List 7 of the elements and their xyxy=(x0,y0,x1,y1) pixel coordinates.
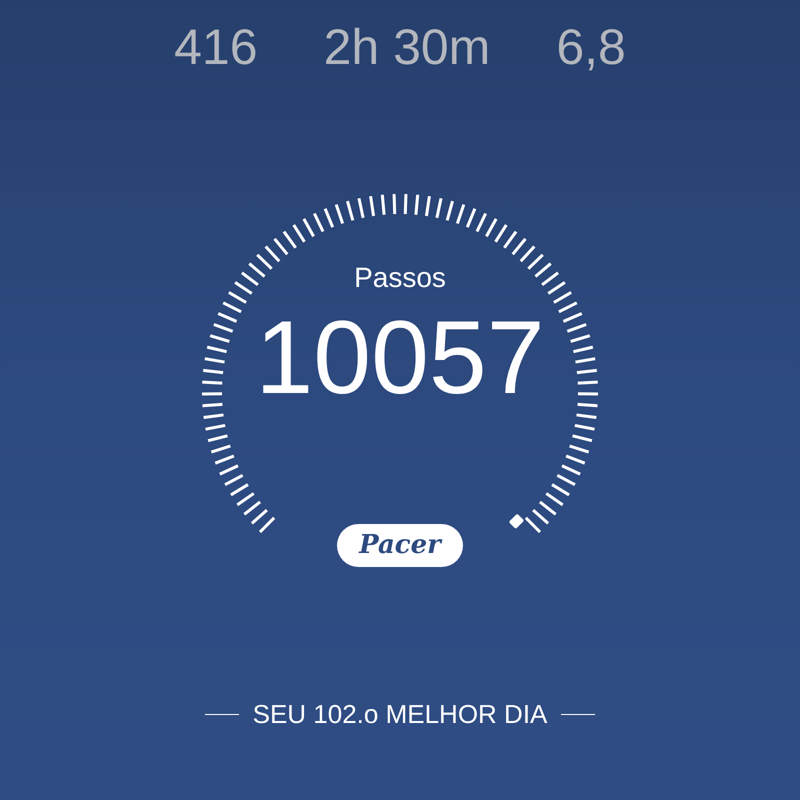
stat-value: 6,8 xyxy=(556,22,626,72)
stat-value: 2h 30m xyxy=(324,22,490,72)
pacer-logo: Pacer xyxy=(337,524,463,567)
steps-count: 10057 xyxy=(255,306,545,410)
stat-value: 416 xyxy=(174,22,258,72)
best-day-text: SEU 102.o MELHOR DIA xyxy=(252,698,548,731)
steps-label: Passos xyxy=(354,264,446,292)
